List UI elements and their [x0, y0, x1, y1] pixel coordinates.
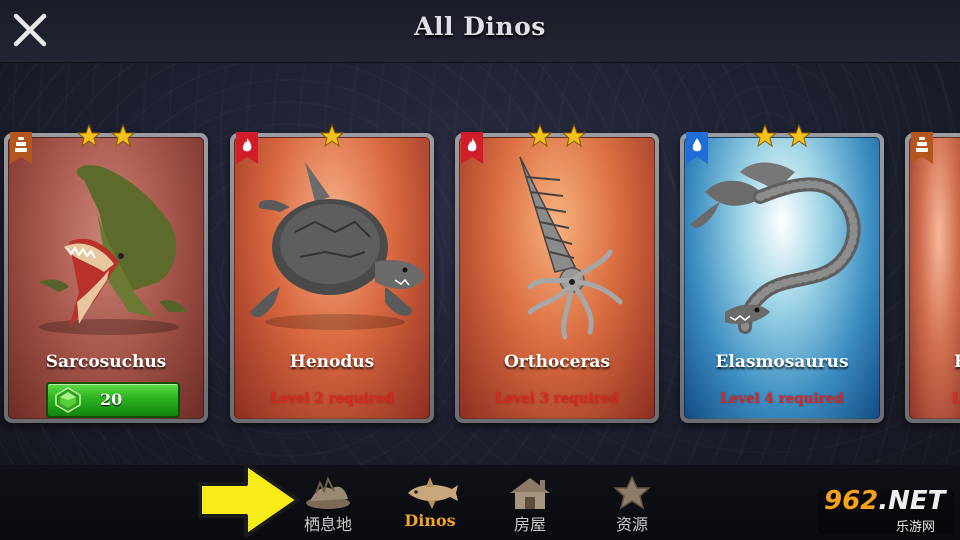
tab-dinos[interactable]: Dinos: [390, 465, 470, 540]
dino-card-henodus[interactable]: Henodus Level 2 required: [230, 124, 434, 423]
level-requirement: Level 4 required: [720, 391, 844, 407]
star-icon: [77, 124, 102, 148]
resource-star-icon: [613, 475, 651, 510]
star-icon: [320, 124, 344, 148]
tab-label: Dinos: [404, 511, 456, 530]
dino-name: Henodus: [289, 352, 375, 372]
price-value: 20: [100, 390, 123, 409]
tab-label: 资源: [615, 515, 648, 534]
dino-card-list: Sarcosuchus 20 Henodus Level 2 required …: [0, 124, 960, 430]
star-rating: [4, 124, 208, 152]
tab-houses[interactable]: 房屋: [490, 465, 570, 540]
star-rating: [680, 124, 884, 152]
watermark-logo: 962.NET 乐游网: [818, 486, 954, 536]
card-body: Henodus Level 2 required: [234, 137, 430, 419]
henodus-image: [235, 152, 429, 342]
tab-resources[interactable]: 资源: [592, 465, 672, 540]
card-body: Elasmosaurus Level 4 required: [684, 137, 880, 419]
dino-name: E: [954, 352, 960, 372]
card-body: Sarcosuchus 20: [8, 137, 204, 419]
elasmosaurus-image: [685, 152, 879, 342]
tab-label: 房屋: [513, 515, 546, 534]
star-icon: [110, 124, 135, 148]
dino-name: Elasmosaurus: [715, 352, 849, 372]
earth-element-badge: [911, 132, 933, 164]
buy-button[interactable]: 20: [46, 382, 180, 418]
habitat-icon: [306, 476, 350, 509]
star-rating: [230, 124, 434, 152]
dino-icon: [408, 477, 458, 509]
house-icon: [510, 478, 550, 509]
watermark-brand: 962.NET: [824, 486, 946, 516]
star-icon: [528, 124, 553, 148]
top-bar: All Dinos: [0, 0, 960, 63]
level-requirement: Level 2 required: [270, 391, 394, 407]
orthoceras-image: [460, 152, 654, 342]
level-requirement: Le: [952, 391, 960, 407]
dino-card-elasmosaurus[interactable]: Elasmosaurus Level 4 required: [680, 124, 884, 423]
dino-name: Sarcosuchus: [45, 352, 167, 372]
sarcosuchus-image: [9, 152, 203, 342]
star-icon: [786, 124, 811, 148]
level-requirement: Level 3 required: [495, 391, 619, 407]
bottom-tab-bar: 栖息地 Dinos 房屋 资源: [0, 465, 960, 540]
page-title: All Dinos: [414, 12, 546, 41]
pointer-arrow-icon: [198, 462, 300, 538]
gem-icon: [55, 387, 81, 413]
watermark-site: 乐游网: [896, 520, 936, 535]
dino-card-partial[interactable]: E Le: [905, 132, 960, 423]
star-icon: [561, 124, 586, 148]
card-body: Orthoceras Level 3 required: [459, 137, 655, 419]
dino-card-orthoceras[interactable]: Orthoceras Level 3 required: [455, 124, 659, 423]
star-rating: [455, 124, 659, 152]
dino-name: Orthoceras: [503, 352, 611, 372]
card-body: E Le: [909, 137, 960, 419]
star-icon: [753, 124, 778, 148]
dino-card-sarcosuchus[interactable]: Sarcosuchus 20: [4, 124, 208, 423]
